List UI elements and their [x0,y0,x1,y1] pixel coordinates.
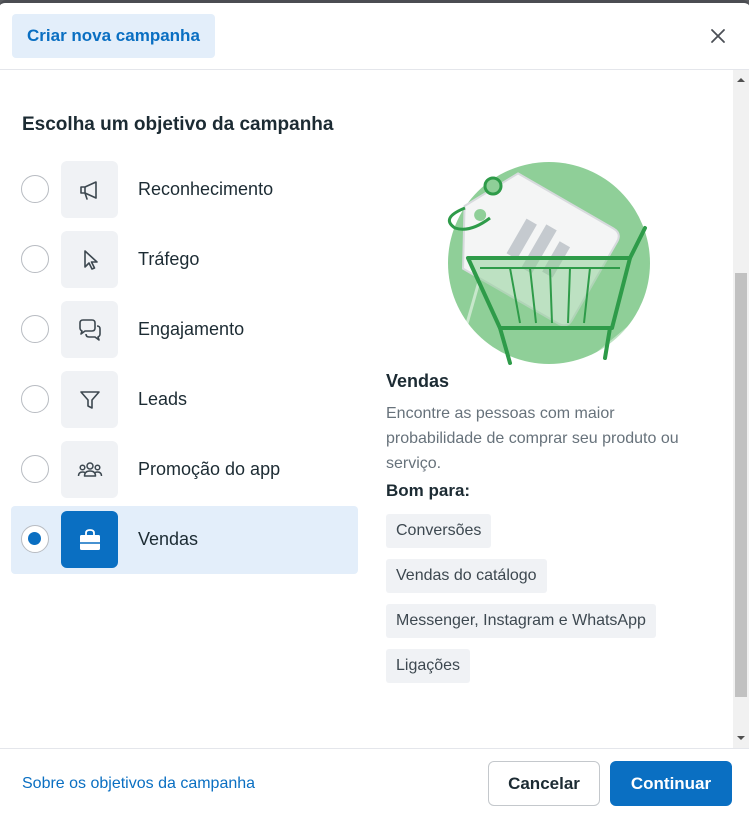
objective-option-app-promotion[interactable]: Promoção do app [11,436,358,504]
close-icon [711,29,725,43]
objective-option-sales[interactable]: Vendas [11,506,358,574]
radio-button[interactable] [21,245,49,273]
radio-button[interactable] [21,385,49,413]
scrollbar-thumb[interactable] [735,273,747,697]
objective-option-engagement[interactable]: Engajamento [11,296,358,364]
objective-label: Vendas [138,529,199,549]
objective-label: Engajamento [138,319,245,339]
objective-label: Reconhecimento [138,179,274,199]
sales-illustration [430,158,655,373]
funnel-icon [79,390,100,409]
good-for-tag: Conversões [386,514,492,548]
section-title: Escolha um objetivo da campanha [22,114,334,135]
shopping-cart-tag-illustration [447,162,650,370]
objective-label: Leads [138,389,188,409]
create-campaign-modal: Criar nova campanha Escolha um objetivo … [0,0,749,822]
good-for-tag: Vendas do catálogo [386,559,547,593]
people-group-icon [77,461,102,477]
modal-content: Escolha um objetivo da campanha Reconhec… [0,70,733,748]
detail-description: Encontre as pessoas com maior probabilid… [386,405,679,472]
modal-header: Criar nova campanha [0,3,749,70]
radio-button-selected[interactable] [21,525,49,553]
vertical-scrollbar[interactable] [733,70,749,748]
scroll-down-arrow-icon[interactable] [733,730,749,746]
radio-button[interactable] [21,175,49,203]
detail-title: Vendas [386,371,450,391]
good-for-tag: Ligações [386,649,471,683]
megaphone-icon [79,180,97,200]
shopping-bag-icon [79,528,100,550]
objective-label: Tráfego [138,249,200,269]
objective-icon-box [61,441,118,498]
good-for-tag: Messenger, Instagram e WhatsApp [386,604,656,638]
objective-option-leads[interactable]: Leads [11,366,358,434]
objective-icon-box [61,301,118,358]
objective-icon-box [61,511,118,568]
scroll-up-arrow-icon[interactable] [733,72,749,88]
chat-bubbles-icon [78,318,101,341]
about-objectives-link[interactable]: Sobre os objetivos da campanha [22,775,255,793]
radio-button[interactable] [21,455,49,483]
good-for-label: Bom para: [386,481,471,500]
objective-icon-box [61,371,118,428]
cursor-icon [83,249,98,270]
modal-title: Criar nova campanha [12,14,215,58]
objective-icon-box [61,231,118,288]
radio-dot [28,532,41,545]
close-button[interactable] [705,23,731,49]
cancel-button[interactable]: Cancelar [488,761,600,806]
modal-footer: Sobre os objetivos da campanha Cancelar … [0,748,749,822]
radio-button[interactable] [21,315,49,343]
objective-option-awareness[interactable]: Reconhecimento [11,156,358,224]
objective-label: Promoção do app [138,459,281,479]
continue-button[interactable]: Continuar [610,761,732,806]
objective-icon-box [61,161,118,218]
objective-option-traffic[interactable]: Tráfego [11,226,358,294]
